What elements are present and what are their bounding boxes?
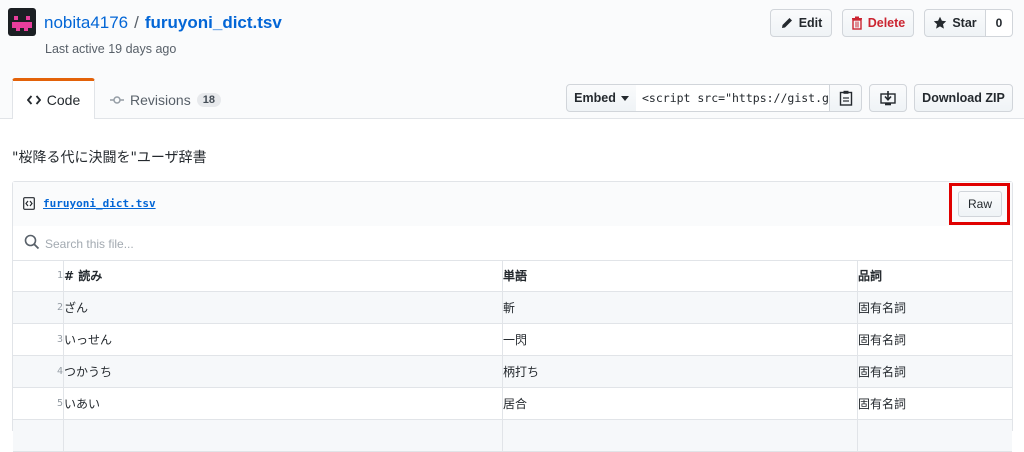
table-cell: いあい bbox=[63, 387, 503, 420]
star-icon bbox=[934, 16, 947, 29]
search-icon bbox=[24, 234, 40, 250]
table-cell: 一閃 bbox=[502, 323, 858, 356]
file-search-bar bbox=[13, 226, 1012, 261]
file-box: furuyoni_dict.tsv Raw 1 # 読み 単語 品詞 2 ざん … bbox=[12, 181, 1013, 452]
gist-description: "桜降る代に決闘を"ユーザ辞書 bbox=[12, 150, 207, 166]
tab-code[interactable]: Code bbox=[12, 78, 95, 119]
embed-code-field[interactable]: <script src="https://gist.g bbox=[636, 84, 830, 112]
table-cell: 固有名詞 bbox=[857, 291, 1012, 324]
gist-header: nobita4176 / furuyoni_dict.tsv Last active… bbox=[0, 0, 1024, 119]
line-number[interactable]: 1 bbox=[13, 260, 64, 292]
tab-revisions[interactable]: Revisions 18 bbox=[110, 88, 221, 112]
table-cell bbox=[857, 419, 1012, 452]
last-active-text: Last active 19 days ago bbox=[45, 42, 177, 56]
tab-revisions-label: Revisions bbox=[130, 92, 191, 108]
star-button[interactable]: Star bbox=[924, 9, 986, 37]
owner-link[interactable]: nobita4176 bbox=[44, 13, 128, 32]
avatar[interactable] bbox=[8, 8, 36, 36]
table-cell: 斬 bbox=[502, 291, 858, 324]
file-code-icon bbox=[23, 197, 35, 210]
embed-dropdown-button[interactable]: Embed bbox=[566, 84, 637, 112]
tab-code-label: Code bbox=[46, 92, 81, 108]
open-desktop-button[interactable] bbox=[869, 84, 907, 112]
table-row: 4 つかうち 柄打ち 固有名詞 bbox=[13, 355, 1012, 388]
trash-icon bbox=[851, 16, 862, 30]
file-search-input[interactable] bbox=[43, 231, 447, 257]
clipboard-icon bbox=[839, 90, 852, 106]
delete-button[interactable]: Delete bbox=[842, 9, 914, 37]
line-number[interactable]: 5 bbox=[13, 387, 64, 420]
table-cell: 居合 bbox=[502, 387, 858, 420]
edit-label: Edit bbox=[798, 16, 823, 30]
caret-down-icon bbox=[620, 95, 629, 101]
table-row: 2 ざん 斬 固有名詞 bbox=[13, 291, 1012, 324]
table-cell: 柄打ち bbox=[502, 355, 858, 388]
table-row: 3 いっせん 一閃 固有名詞 bbox=[13, 323, 1012, 356]
table-row bbox=[13, 419, 1012, 452]
table-cell: ざん bbox=[63, 291, 503, 324]
table-cell: 固有名詞 bbox=[857, 355, 1012, 388]
table-cell: いっせん bbox=[63, 323, 503, 356]
table-cell bbox=[502, 419, 858, 452]
gist-title: nobita4176 / furuyoni_dict.tsv bbox=[44, 11, 282, 35]
table-cell: 単語 bbox=[502, 260, 858, 292]
table-row: 1 # 読み 単語 品詞 bbox=[13, 260, 1012, 292]
embed-label: Embed bbox=[574, 91, 616, 105]
table-cell: 品詞 bbox=[857, 260, 1012, 292]
delete-label: Delete bbox=[867, 16, 906, 30]
line-number[interactable]: 2 bbox=[13, 291, 64, 324]
table-cell: # 読み bbox=[63, 260, 503, 292]
raw-button[interactable]: Raw bbox=[958, 191, 1002, 217]
file-header: furuyoni_dict.tsv Raw bbox=[13, 182, 1012, 227]
revisions-count-badge: 18 bbox=[196, 93, 221, 107]
table-cell bbox=[63, 419, 503, 452]
line-number[interactable] bbox=[13, 419, 64, 452]
file-name-link[interactable]: furuyoni_dict.tsv bbox=[43, 197, 156, 210]
history-icon bbox=[110, 96, 124, 104]
table-cell: つかうち bbox=[63, 355, 503, 388]
edit-button[interactable]: Edit bbox=[770, 9, 832, 37]
star-count[interactable]: 0 bbox=[985, 9, 1013, 37]
table-cell: 固有名詞 bbox=[857, 387, 1012, 420]
star-label: Star bbox=[952, 16, 977, 30]
code-icon bbox=[26, 95, 41, 105]
table-cell: 固有名詞 bbox=[857, 323, 1012, 356]
gist-name-link[interactable]: furuyoni_dict.tsv bbox=[145, 13, 282, 32]
copy-embed-button[interactable] bbox=[829, 84, 862, 112]
desktop-download-icon bbox=[880, 90, 896, 105]
title-separator: / bbox=[134, 13, 139, 32]
tsv-table: 1 # 読み 単語 品詞 2 ざん 斬 固有名詞 3 いっせん 一閃 固有名詞 … bbox=[13, 260, 1012, 452]
line-number[interactable]: 4 bbox=[13, 355, 64, 388]
pencil-icon bbox=[781, 18, 792, 28]
line-number[interactable]: 3 bbox=[13, 323, 64, 356]
download-zip-button[interactable]: Download ZIP bbox=[914, 84, 1013, 112]
table-row: 5 いあい 居合 固有名詞 bbox=[13, 387, 1012, 420]
